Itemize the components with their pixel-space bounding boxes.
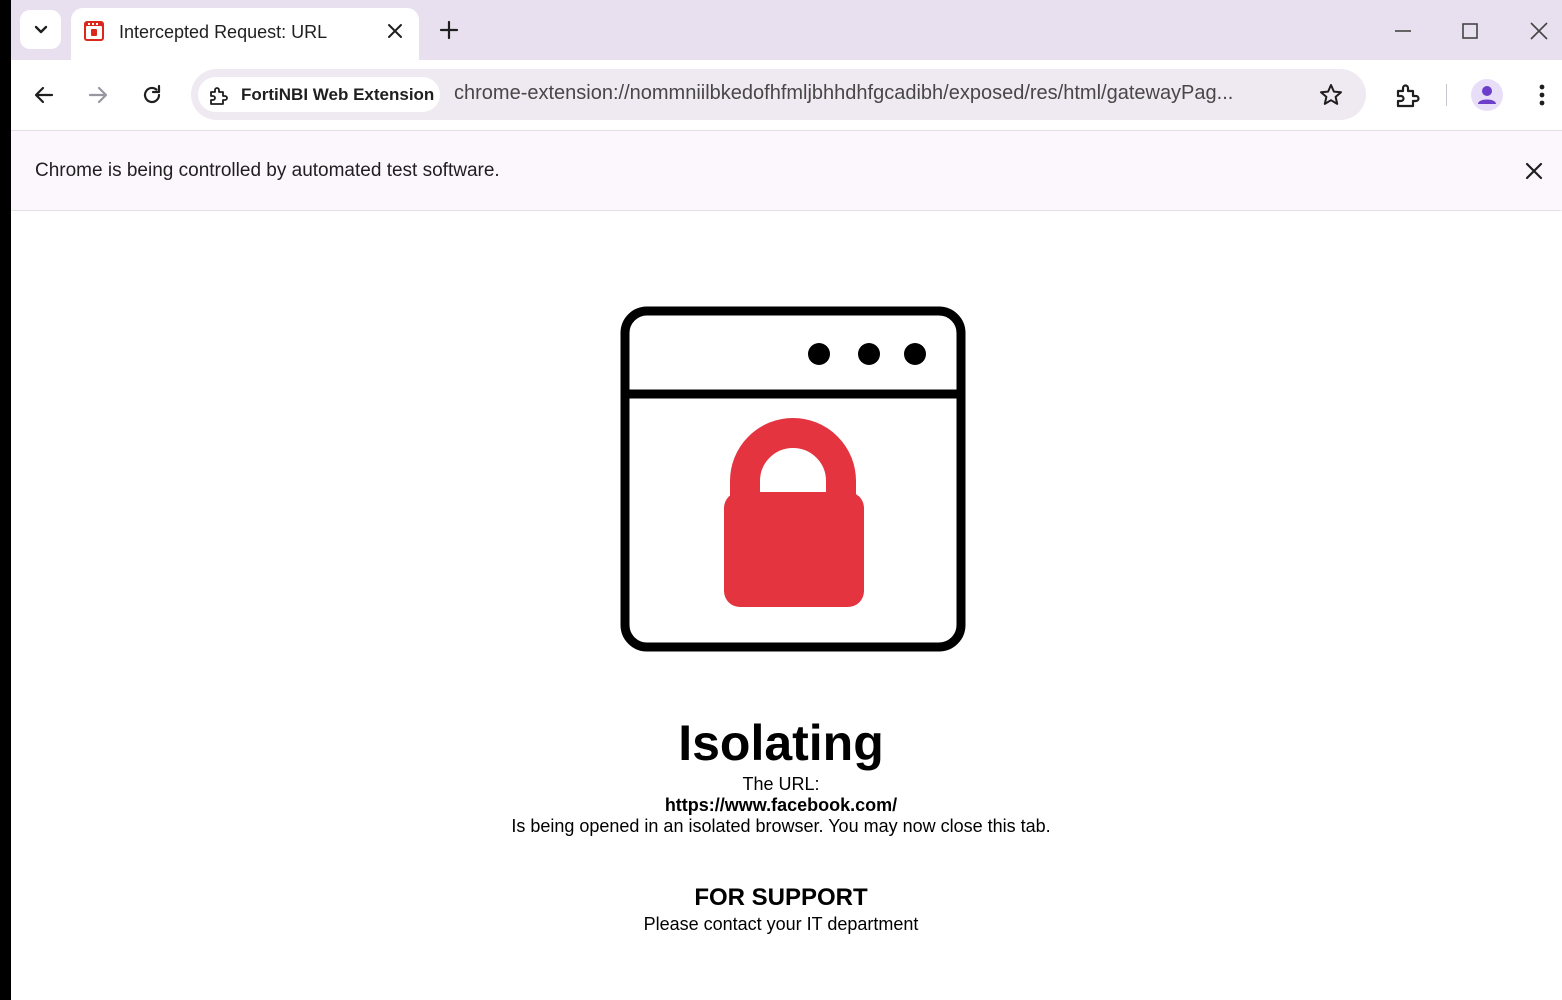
close-icon[interactable] xyxy=(385,21,405,41)
address-bar[interactable]: FortiNBI Web Extension chrome-extension:… xyxy=(191,69,1366,120)
toolbar: FortiNBI Web Extension chrome-extension:… xyxy=(11,60,1562,130)
status-message: Is being opened in an isolated browser. … xyxy=(511,816,1051,836)
kebab-icon[interactable] xyxy=(1528,81,1556,109)
close-icon[interactable] xyxy=(1528,20,1550,42)
puzzle-icon xyxy=(210,87,228,105)
page-content xyxy=(11,211,1562,1000)
puzzle-icon[interactable] xyxy=(1394,81,1422,109)
tab-active[interactable]: Intercepted Request: URL xyxy=(71,8,419,60)
close-icon[interactable] xyxy=(1523,160,1545,182)
tab-search-button[interactable] xyxy=(20,10,61,49)
arrow-right-icon[interactable] xyxy=(85,82,111,108)
fortinet-icon xyxy=(84,21,104,41)
infobar-message: Chrome is being controlled by automated … xyxy=(35,160,500,181)
support-message: Please contact your IT department xyxy=(643,914,919,934)
profile-button[interactable] xyxy=(1471,79,1503,111)
browser-window: Intercepted Request: URL FortiNBI Web Ex… xyxy=(11,0,1562,1000)
person-icon xyxy=(1478,86,1496,104)
extension-chip[interactable]: FortiNBI Web Extension xyxy=(198,77,440,112)
automation-infobar: Chrome is being controlled by automated … xyxy=(11,130,1562,210)
plus-icon[interactable] xyxy=(437,18,461,42)
left-edge xyxy=(0,0,11,1000)
reload-icon[interactable] xyxy=(139,82,165,108)
chevron-down-icon xyxy=(34,25,47,33)
star-icon[interactable] xyxy=(1318,82,1344,108)
toolbar-separator xyxy=(1446,84,1447,106)
url-label: The URL: xyxy=(742,774,820,794)
tab-title: Intercepted Request: URL xyxy=(119,22,328,42)
browser-lock-icon xyxy=(620,306,966,652)
support-heading: FOR SUPPORT xyxy=(694,884,868,911)
arrow-left-icon[interactable] xyxy=(31,82,57,108)
intercepted-url: https://www.facebook.com/ xyxy=(664,795,898,815)
maximize-icon[interactable] xyxy=(1459,20,1481,42)
minimize-icon[interactable] xyxy=(1392,20,1414,42)
url-text[interactable]: chrome-extension://nommniilbkedofhfmljbh… xyxy=(454,82,1299,105)
tab-strip: Intercepted Request: URL xyxy=(11,0,1562,60)
extension-chip-label: FortiNBI Web Extension xyxy=(241,85,435,104)
page-heading: Isolating xyxy=(678,715,884,771)
